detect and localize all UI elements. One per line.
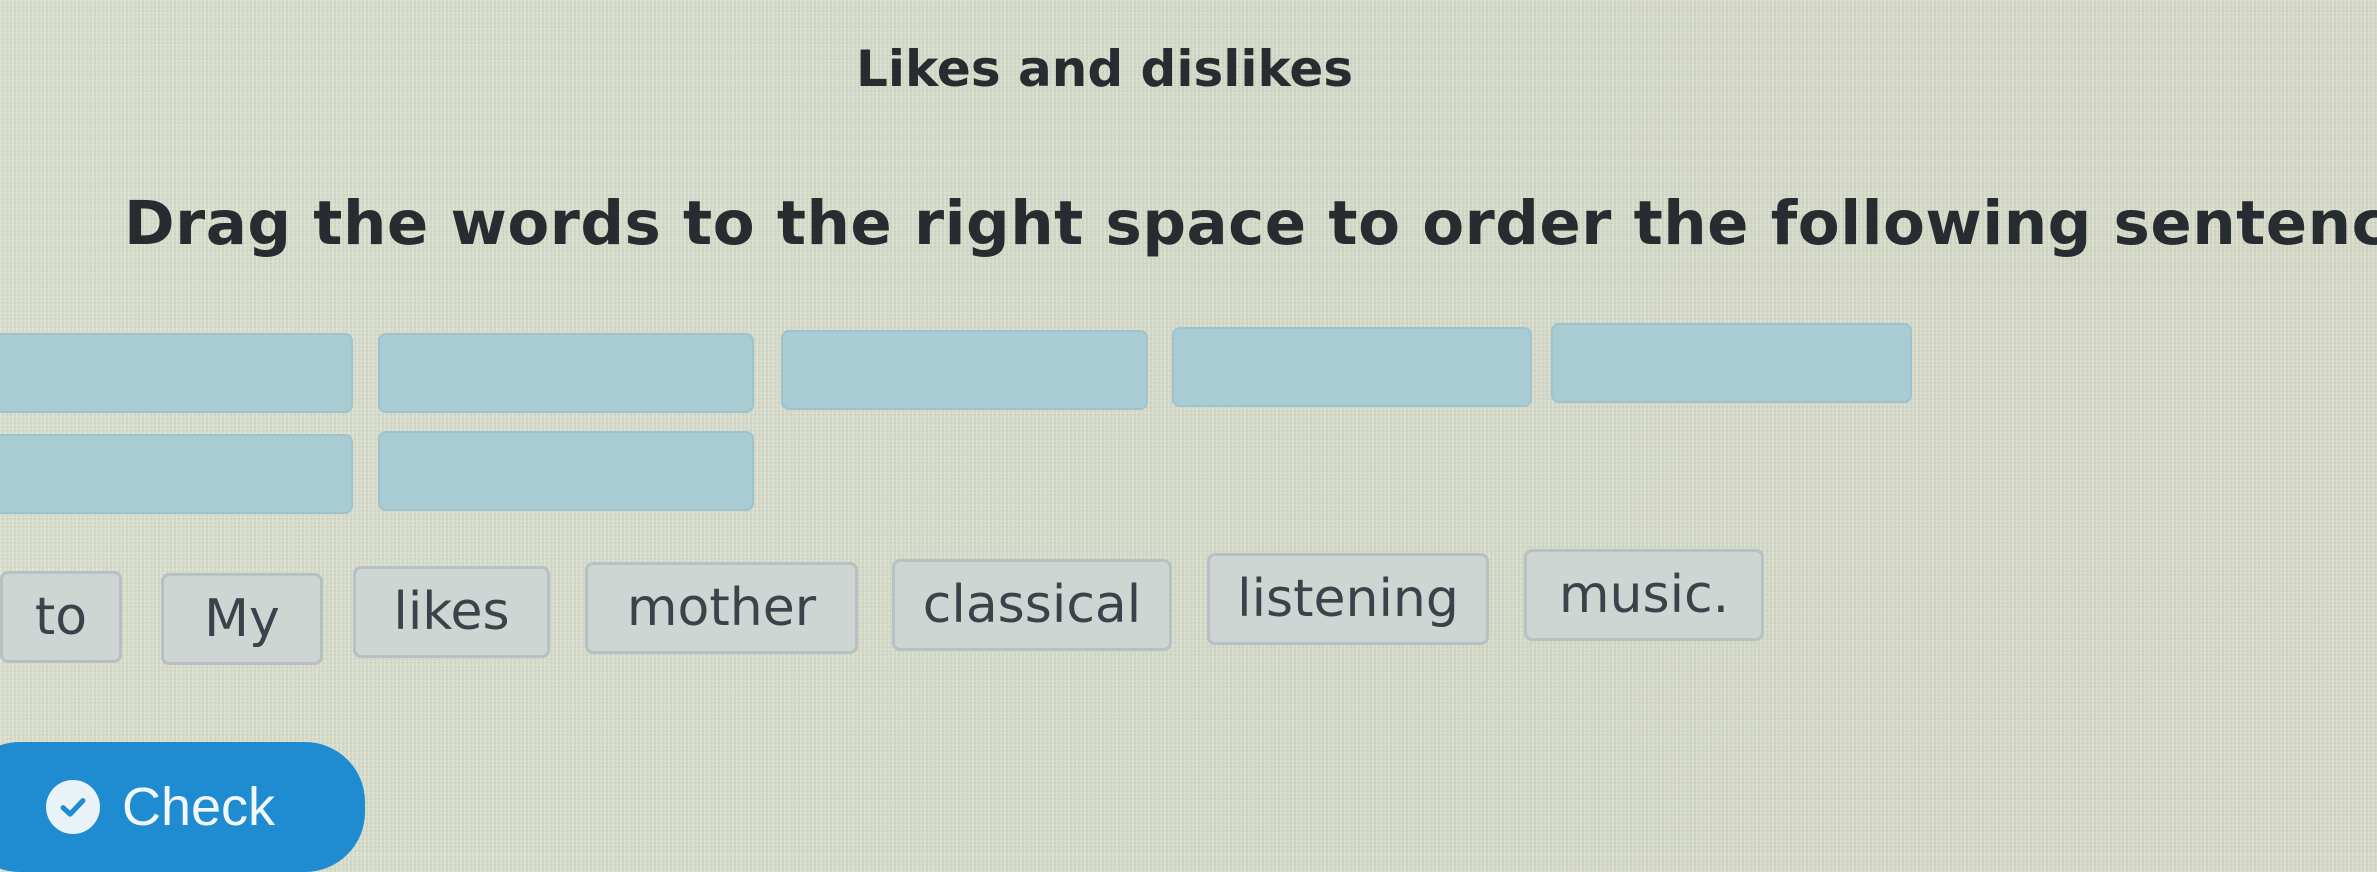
check-button[interactable]: Check bbox=[0, 742, 365, 872]
word-tile-music[interactable]: music. bbox=[1524, 549, 1764, 641]
word-tile-listening[interactable]: listening bbox=[1207, 553, 1489, 645]
answer-slot-4[interactable] bbox=[1172, 327, 1532, 407]
answer-slot-6[interactable] bbox=[0, 434, 353, 514]
word-tile-to[interactable]: to bbox=[0, 571, 122, 663]
check-circle-icon bbox=[46, 780, 100, 834]
word-tile-my[interactable]: My bbox=[161, 573, 323, 665]
answer-slot-1[interactable] bbox=[0, 333, 353, 413]
answer-slot-7[interactable] bbox=[378, 431, 754, 511]
instruction-text: Drag the words to the right space to ord… bbox=[124, 188, 2377, 259]
activity-title: Likes and dislikes bbox=[856, 40, 1354, 98]
answer-slot-5[interactable] bbox=[1551, 323, 1912, 403]
answer-slot-2[interactable] bbox=[378, 333, 754, 413]
word-tile-mother[interactable]: mother bbox=[585, 562, 858, 654]
check-button-label: Check bbox=[122, 777, 276, 837]
word-tile-likes[interactable]: likes bbox=[353, 566, 550, 658]
word-tile-classical[interactable]: classical bbox=[892, 559, 1172, 651]
answer-slot-3[interactable] bbox=[781, 330, 1148, 410]
